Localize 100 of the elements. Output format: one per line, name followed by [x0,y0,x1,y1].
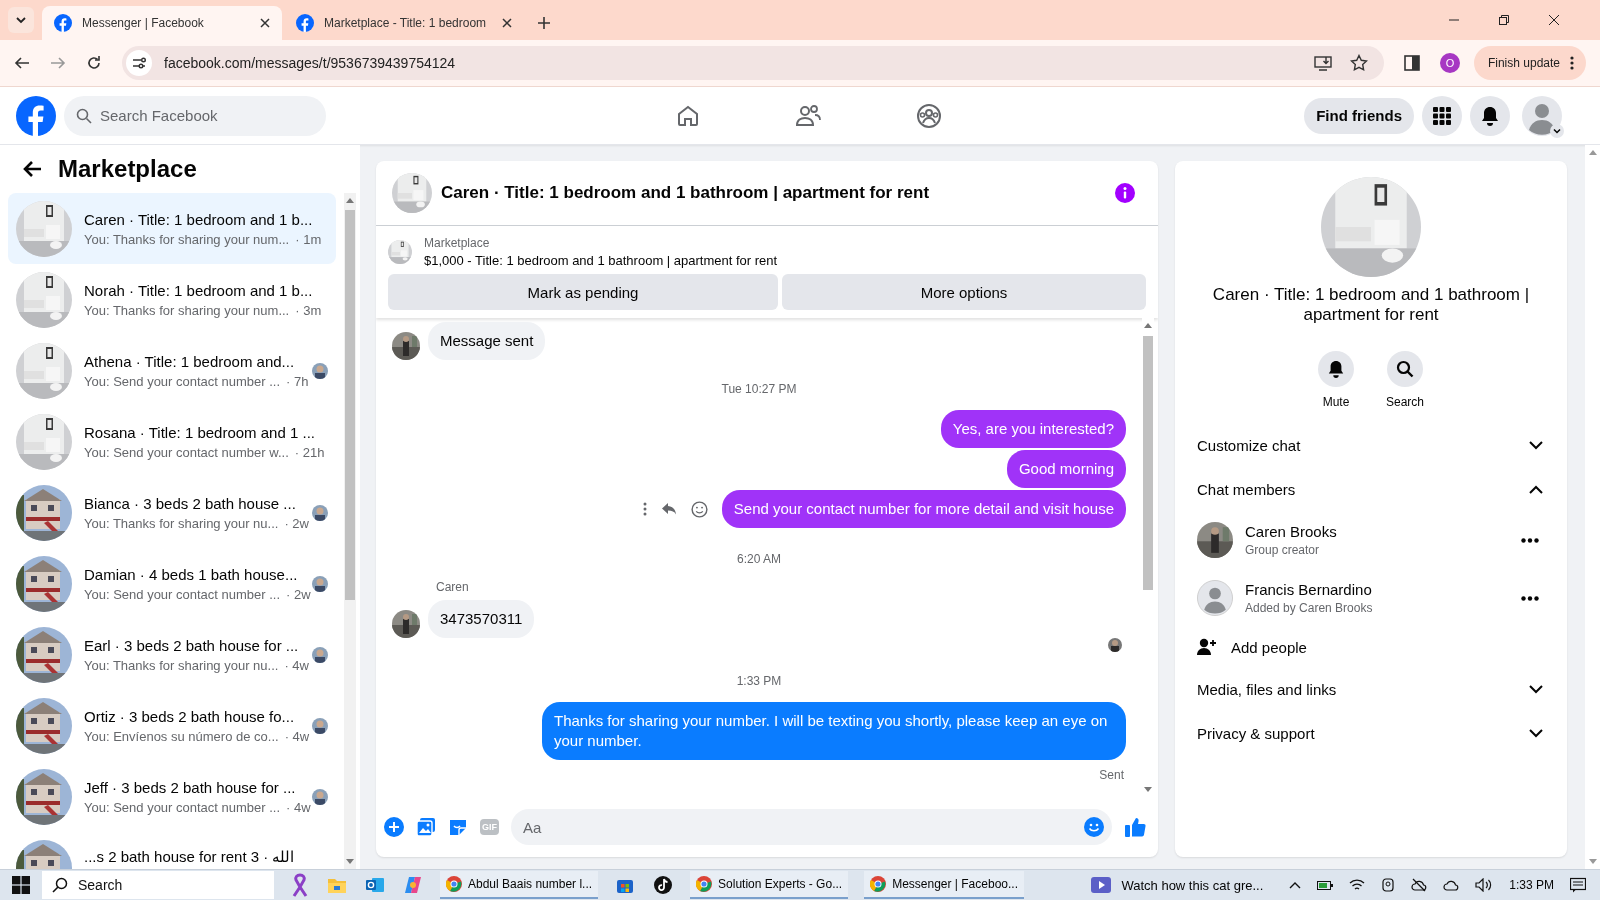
scroll-down-icon[interactable] [1588,859,1597,865]
browser-tab[interactable]: Marketplace - Title: 1 bedroom [284,6,524,40]
back-icon[interactable] [14,55,30,71]
home-icon[interactable] [676,103,700,128]
taskbar-window-button[interactable]: Solution Experts - Go... [690,871,849,899]
account-button[interactable] [1522,95,1562,136]
reload-icon[interactable] [86,55,102,71]
scroll-down-icon[interactable] [1144,787,1152,793]
scroll-up-icon[interactable] [346,197,354,203]
reply-icon[interactable] [660,502,677,516]
chevron-up-icon[interactable] [1289,881,1302,889]
battery-icon[interactable] [1317,879,1334,891]
forward-icon[interactable] [50,55,66,71]
more-icon[interactable] [1521,537,1539,543]
friends-icon[interactable] [795,103,821,128]
conversation-title: Damian · 4 beds 1 bath house... [84,565,299,583]
conversation-time: · 4w [286,799,311,815]
close-icon[interactable] [502,18,512,28]
scrollbar[interactable] [344,193,356,869]
message-timestamp: 6:20 AM [737,552,781,566]
copilot-icon[interactable] [404,876,422,894]
browser-tab[interactable]: Messenger | Facebook [42,6,282,40]
windows-start-icon[interactable] [12,876,30,894]
notification-center-icon[interactable] [1570,877,1586,893]
more-vertical-icon[interactable] [1570,56,1574,70]
close-icon[interactable] [260,18,270,28]
more-vertical-icon[interactable] [642,502,647,516]
new-tab-icon[interactable] [538,17,550,29]
conversation-item[interactable]: Caren · Title: 1 bedroom and 1 b... You: Thanks for sharing your num... · 1m [8,193,336,264]
conversation-item[interactable]: Athena · Title: 1 bedroom and... You: Send your contact number ... · 7h [8,335,336,406]
taskbar-window-button[interactable]: Messenger | Faceboo... [864,871,1024,899]
folder-icon[interactable] [328,877,346,893]
address-bar[interactable]: facebook.com/messages/t/9536739439754124 [122,46,1384,80]
add-person-icon [1197,638,1217,656]
menu-button[interactable] [1422,95,1462,136]
conversation-item[interactable]: Rosana · Title: 1 bedroom and 1 ... You: Send your contact number w... · 21h [8,406,336,477]
image-icon[interactable] [416,817,436,837]
volume-icon[interactable] [1475,878,1494,892]
camera-icon[interactable] [1381,878,1396,892]
scroll-up-icon[interactable] [1588,149,1597,155]
close-icon[interactable] [1549,15,1559,25]
conversation-title: Earl · 3 beds 2 bath house for ... [84,636,300,654]
emoji-icon[interactable] [690,500,708,518]
section-header[interactable]: Privacy & support [1191,711,1551,755]
conversation-time: · 7h [286,373,309,389]
section-header[interactable]: Media, files and links [1191,667,1551,711]
conversation-item[interactable]: Jeff · 3 beds 2 bath house for ... You: Send your contact number ... · 4w [8,761,336,832]
site-settings-icon[interactable] [126,50,152,76]
conversation-item[interactable]: Norah · Title: 1 bedroom and 1 b... You: Thanks for sharing your num... · 3m [8,264,336,335]
conversation-item[interactable]: Ortiz · 3 beds 2 bath house fo... You: Envíenos su número de co... · 4w [8,690,336,761]
info-icon[interactable] [1114,182,1136,204]
listing-action-button[interactable]: Mark as pending [388,274,778,310]
action-label: Mute [1322,395,1350,409]
groups-icon[interactable] [916,102,942,129]
message-field[interactable]: Aa [511,809,1112,845]
finish-update-button[interactable]: Finish update [1473,46,1586,80]
side-panel-icon[interactable] [1403,55,1420,71]
clock[interactable]: 1:33 PM [1509,878,1554,892]
conversation-title: Rosana · Title: 1 bedroom and 1 ... [84,423,316,441]
tab-list-button[interactable] [8,7,34,33]
taskbar-search-field[interactable]: Search [42,871,274,899]
mail-app-icon[interactable] [366,876,384,894]
conversation-item[interactable]: Damian · 4 beds 1 bath house... You: Send your contact number ... · 2w [8,548,336,619]
thumbs-up-icon[interactable] [1124,816,1146,838]
add-people-button[interactable]: Add people [1191,627,1551,667]
chevron-down-icon [1529,440,1543,450]
search-field[interactable]: Search Facebook [64,95,326,136]
bell-icon [1480,105,1500,126]
sticker-icon[interactable] [448,817,468,837]
conversation-title: ...s 2 bath house for rent 3 · الله [84,848,296,866]
conversation-title: Bianca · 3 beds 2 bath house ... [84,494,297,512]
conversation-item[interactable]: Earl · 3 beds 2 bath house for ... You: Thanks for sharing your nu... · 4w [8,619,336,690]
mute-button[interactable] [1318,351,1354,387]
facebook-logo-icon[interactable] [16,95,56,136]
scrollbar[interactable] [1585,145,1600,869]
more-icon[interactable] [1521,595,1539,601]
notifications-button[interactable] [1470,95,1510,136]
news-widget[interactable]: Watch how this cat gre... [1091,877,1264,893]
find-friends-button[interactable]: Find friends [1304,97,1414,134]
wifi-icon[interactable] [1349,878,1366,892]
restore-icon[interactable] [1499,15,1509,25]
listing-action-button[interactable]: More options [782,274,1146,310]
bookmark-star-icon[interactable] [1349,54,1368,72]
emoji-icon[interactable] [1084,817,1104,837]
cloud-icon[interactable] [1443,879,1460,891]
plus-icon[interactable] [384,817,404,837]
music-note-icon[interactable] [654,876,673,894]
cloud-off-icon[interactable] [1411,878,1428,892]
back-arrow-icon[interactable] [22,160,42,178]
conversation-item[interactable]: Bianca · 3 beds 2 bath house ... You: Thanks for sharing your nu... · 2w [8,477,336,548]
message-bubble: Thanks for sharing your number. I will be texting you shortly, please keep an eye on your number. [542,702,1126,760]
ribbon-icon[interactable] [292,873,308,897]
section-header[interactable]: Customize chat [1191,423,1551,467]
taskbar-window-button[interactable]: Abdul Baais number l... [440,871,599,899]
scroll-down-icon[interactable] [346,859,354,865]
install-app-icon[interactable] [1313,54,1332,72]
search-button[interactable] [1387,351,1423,387]
section-header[interactable]: Chat members [1191,467,1551,511]
profile-avatar[interactable]: O [1439,53,1460,73]
scroll-up-icon[interactable] [1144,322,1152,328]
